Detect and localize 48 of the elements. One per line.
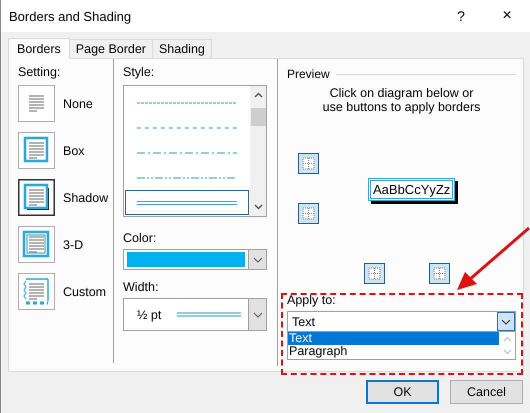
chevron-down-icon <box>252 256 262 262</box>
bordered-page-icon[interactable] <box>18 179 55 216</box>
scrollbar-thumb[interactable] <box>250 108 266 126</box>
setting-option-label: Custom <box>63 284 106 298</box>
help-button[interactable]: ? <box>438 0 484 32</box>
line-style-item[interactable] <box>125 190 249 215</box>
line-sample-icon <box>177 312 242 317</box>
setting-option-label: Shadow <box>63 190 108 204</box>
border-toggle-button[interactable] <box>298 203 319 224</box>
apply-to-label: Apply to: <box>287 292 336 308</box>
setting-option-label: 3-D <box>63 238 84 252</box>
dropdown-option[interactable]: Paragraph <box>288 345 499 358</box>
window-title: Borders and Shading <box>9 8 132 24</box>
setting-option-label: Box <box>63 144 85 158</box>
tab[interactable]: Shading <box>152 39 212 58</box>
line-sample-icon <box>137 174 237 180</box>
tab[interactable]: Page Border <box>68 39 153 58</box>
tab[interactable]: Borders <box>8 38 70 59</box>
border-toggle-button[interactable] <box>429 263 450 284</box>
cancel-button[interactable]: Cancel <box>450 380 523 404</box>
line-sample-icon <box>137 150 237 156</box>
preview-label: Preview <box>287 67 330 81</box>
preview-instructions: Click on diagram below or use buttons to apply borders <box>322 86 482 114</box>
border-preview-sample[interactable]: AaBbCcYyZz <box>368 178 456 201</box>
color-dropdown[interactable] <box>123 249 267 270</box>
ok-button[interactable]: OK <box>366 380 439 404</box>
scroll-up-icon <box>502 336 512 342</box>
scroll-down-icon <box>502 349 512 356</box>
border-toggle-button[interactable] <box>298 153 319 174</box>
border-toggle-button[interactable] <box>364 263 385 284</box>
apply-to-dropdown[interactable]: Text <box>287 311 516 332</box>
line-sample-icon <box>137 100 237 106</box>
close-button[interactable]: × <box>484 0 530 32</box>
width-dropdown[interactable]: ½ pt <box>123 298 267 331</box>
dropdown-option[interactable]: Text <box>288 332 499 345</box>
line-sample-icon <box>137 124 237 130</box>
setting-option-label: None <box>63 96 93 110</box>
scroll-down-icon[interactable] <box>254 204 262 210</box>
style-list[interactable] <box>123 85 267 217</box>
color-label: Color: <box>123 230 158 246</box>
style-label: Style: <box>123 64 156 80</box>
line-sample-icon <box>137 200 237 206</box>
chevron-down-icon <box>252 312 262 318</box>
setting-label: Setting: <box>18 64 62 80</box>
chevron-down-icon <box>501 318 511 324</box>
width-label: Width: <box>123 279 160 295</box>
scroll-up-icon[interactable] <box>254 92 262 98</box>
no-border-icon[interactable] <box>18 85 55 122</box>
